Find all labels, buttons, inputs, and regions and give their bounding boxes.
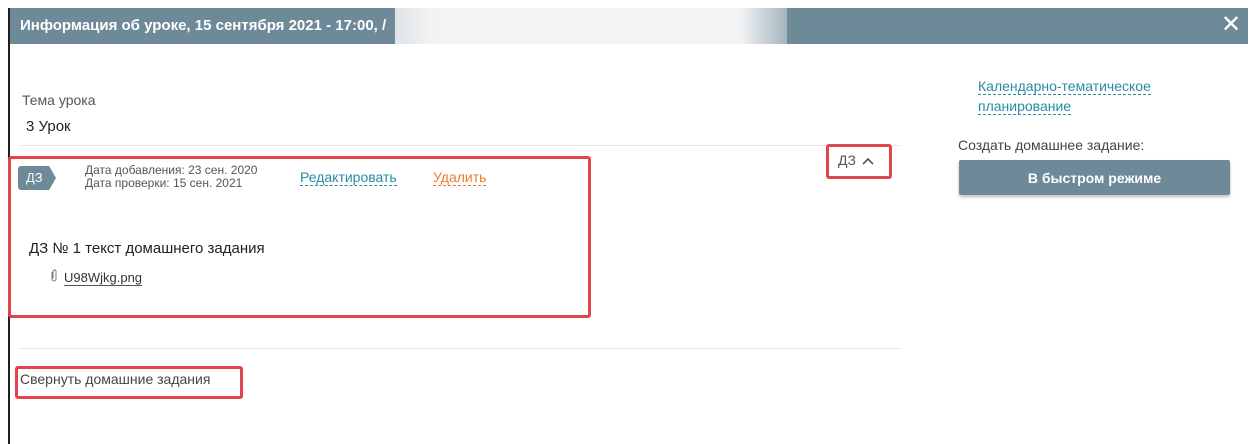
- quick-mode-button[interactable]: В быстром режиме: [959, 160, 1230, 195]
- attachment[interactable]: U98Wjkg.png: [50, 269, 143, 286]
- homework-toggle[interactable]: ДЗ: [838, 152, 874, 168]
- edit-homework-link[interactable]: Редактировать: [300, 169, 397, 186]
- divider: [20, 145, 900, 146]
- redacted-area: [395, 8, 787, 44]
- date-checked: Дата проверки: 15 сен. 2021: [85, 176, 243, 190]
- attachment-filename[interactable]: U98Wjkg.png: [64, 270, 143, 286]
- ktp-link-text[interactable]: Календарно-тематическое планирование: [978, 78, 1151, 115]
- create-homework-label: Создать домашнее задание:: [958, 137, 1145, 153]
- dialog-titlebar: Информация об уроке, 15 сентября 2021 - …: [10, 8, 1248, 44]
- chevron-up-icon: [862, 158, 874, 165]
- paperclip-icon: [50, 269, 60, 285]
- calendar-thematic-planning-link[interactable]: Календарно-тематическое планирование: [978, 76, 1208, 116]
- homework-tag: ДЗ: [18, 166, 56, 190]
- delete-homework-link[interactable]: Удалить: [433, 169, 487, 186]
- divider: [20, 348, 900, 349]
- toggle-label: ДЗ: [838, 152, 856, 168]
- topic-value: 3 Урок: [26, 118, 71, 135]
- homework-text: ДЗ № 1 текст домашнего задания: [29, 240, 265, 257]
- collapse-homework-link[interactable]: Свернуть домашние задания: [20, 371, 210, 387]
- topic-label: Тема урока: [22, 92, 96, 108]
- close-icon[interactable]: ✕: [1218, 12, 1244, 38]
- homework-dates: Дата добавления: 23 сен. 2020 Дата прове…: [85, 164, 257, 190]
- dialog-title: Информация об уроке, 15 сентября 2021 - …: [20, 17, 387, 34]
